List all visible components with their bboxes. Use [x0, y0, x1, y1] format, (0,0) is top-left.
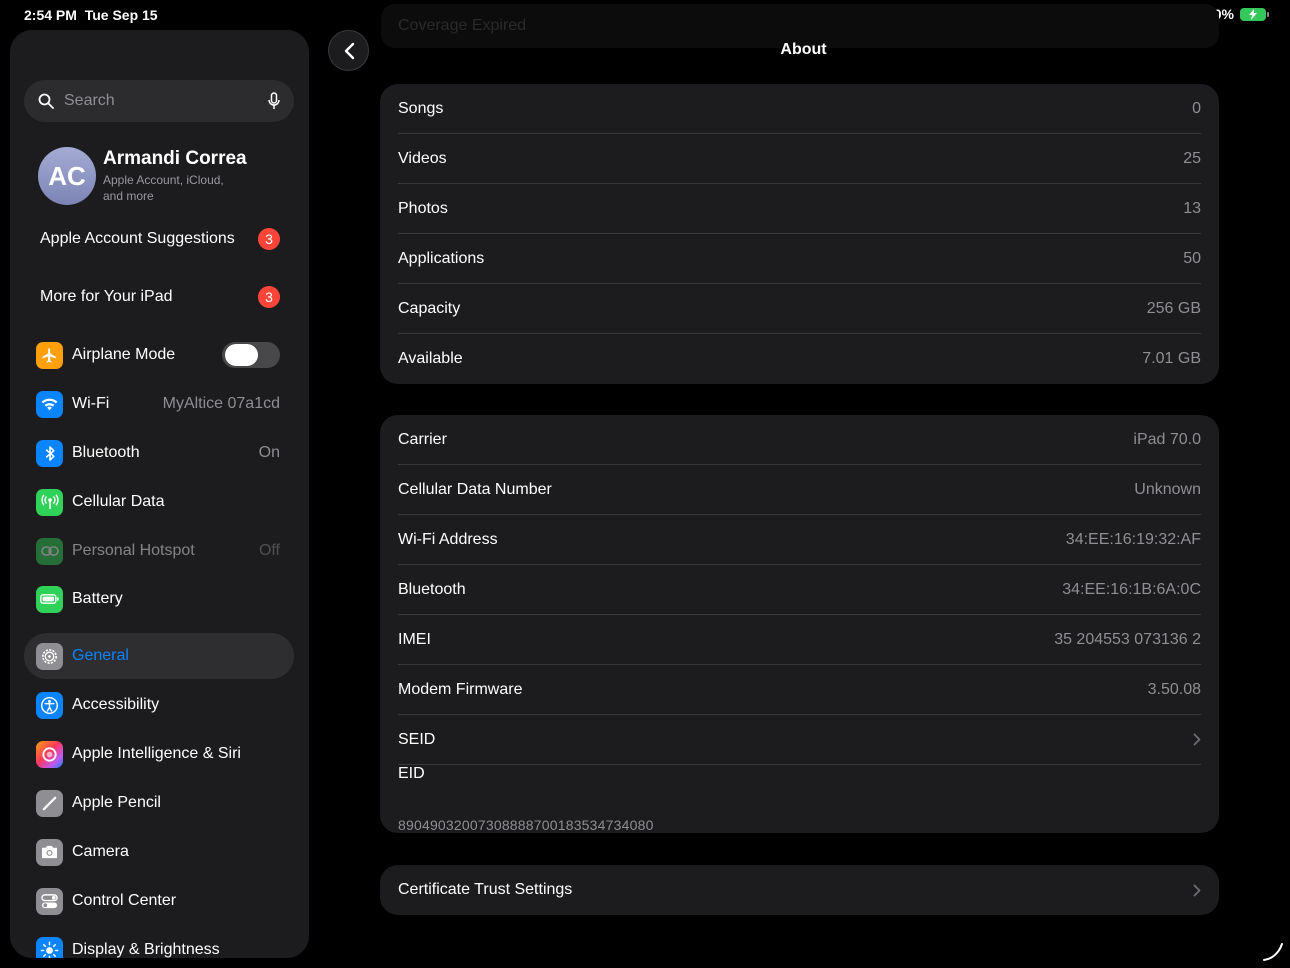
chevron-right-icon [1193, 884, 1201, 896]
battery-status-icon [1240, 7, 1269, 21]
info-row-modem-firmware: Modem Firmware 3.50.08 [398, 665, 1201, 715]
status-clock: 2:54 PM Tue Sep 15 [24, 7, 158, 23]
accessibility-icon [36, 691, 63, 719]
airplane-icon [36, 341, 63, 369]
search-input[interactable]: Search [64, 92, 268, 110]
info-row-cellular-number: Cellular Data Number Unknown [398, 465, 1201, 515]
certificate-group: Certificate Trust Settings [380, 865, 1219, 915]
antenna-icon [36, 488, 63, 516]
camera-icon [36, 838, 63, 866]
sidebar-item-personal-hotspot[interactable]: Personal Hotspot Off [24, 528, 294, 574]
info-row-capacity: Capacity 256 GB [398, 284, 1201, 334]
info-row-photos: Photos 13 [398, 184, 1201, 234]
sidebar-item-display-brightness[interactable]: Display & Brightness [24, 927, 294, 958]
sidebar-item-wifi[interactable]: Wi-Fi MyAltice 07a1cd [24, 381, 294, 427]
info-row-carrier: Carrier iPad 70.0 [398, 415, 1201, 465]
info-row-seid[interactable]: SEID [398, 715, 1201, 765]
link-icon [36, 537, 63, 565]
airplane-mode-toggle[interactable] [222, 342, 280, 368]
info-row-eid: EID 89049032007308888700183534734080 [398, 765, 654, 833]
profile-name: Armandi Correa [103, 148, 247, 169]
battery-icon [36, 585, 63, 613]
sidebar-item-control-center[interactable]: Control Center [24, 878, 294, 924]
hotspot-status: Off [258, 542, 280, 559]
sidebar-item-apple-pencil[interactable]: Apple Pencil [24, 780, 294, 826]
sidebar-item-apple-intelligence-siri[interactable]: Apple Intelligence & Siri [24, 731, 294, 777]
chevron-right-icon [1193, 733, 1201, 746]
sidebar-item-airplane-mode[interactable]: Airplane Mode [24, 332, 294, 378]
switches-icon [36, 887, 63, 915]
wifi-icon [36, 390, 63, 418]
media-storage-group: Songs 0 Videos 25 Photos 13 Applications 50 … [380, 84, 1219, 384]
sidebar-item-apple-account-suggestions[interactable]: Apple Account Suggestions 3 [24, 216, 294, 262]
info-row-songs: Songs 0 [398, 84, 1201, 134]
sidebar-item-accessibility[interactable]: Accessibility [24, 682, 294, 728]
sidebar-item-general[interactable]: General [24, 633, 294, 679]
info-row-applications: Applications 50 [398, 234, 1201, 284]
gear-icon [36, 642, 63, 670]
search-field[interactable]: Search [24, 80, 294, 122]
search-icon [38, 93, 54, 109]
profile-subtitle: Apple Account, iCloud, and more [103, 173, 224, 203]
chevron-left-icon [344, 42, 354, 59]
back-button[interactable] [328, 30, 369, 71]
network-info-group: Carrier iPad 70.0 Cellular Data Number Unk… [380, 415, 1219, 833]
bluetooth-status: On [258, 444, 280, 461]
siri-icon [36, 740, 63, 768]
page-title: About [780, 41, 827, 58]
sidebar-item-bluetooth[interactable]: Bluetooth On [24, 430, 294, 476]
eid-value: 89049032007308888700183534734080 [398, 817, 654, 833]
sidebar-item-cellular-data[interactable]: Cellular Data [24, 479, 294, 525]
sidebar-item-battery[interactable]: Battery [24, 576, 294, 622]
notification-badge: 3 [258, 286, 280, 308]
info-row-imei: IMEI 35 204553 073136 2 [398, 615, 1201, 665]
wifi-network-name: MyAltice 07a1cd [162, 395, 280, 412]
sun-icon [36, 936, 63, 958]
info-row-bluetooth: Bluetooth 34:EE:16:1B:6A:0C [398, 565, 1201, 615]
sidebar-item-camera[interactable]: Camera [24, 829, 294, 875]
notification-badge: 3 [258, 228, 280, 250]
sidebar-item-more-for-ipad[interactable]: More for Your iPad 3 [24, 274, 294, 320]
apple-account-profile[interactable]: AC Armandi Correa Apple Account, iCloud,… [38, 147, 247, 205]
resize-handle-icon[interactable] [1262, 942, 1284, 962]
pencil-icon [36, 789, 63, 817]
microphone-icon[interactable] [268, 92, 280, 110]
bluetooth-icon [36, 439, 63, 467]
info-row-available: Available 7.01 GB [398, 350, 1201, 367]
avatar[interactable]: AC [38, 147, 96, 205]
info-row-wifi-address: Wi-Fi Address 34:EE:16:19:32:AF [398, 515, 1201, 565]
settings-sidebar: Search AC Armandi Correa Apple Account, … [10, 30, 309, 958]
info-row-videos: Videos 25 [398, 134, 1201, 184]
certificate-trust-settings-row[interactable]: Certificate Trust Settings [398, 865, 1201, 915]
